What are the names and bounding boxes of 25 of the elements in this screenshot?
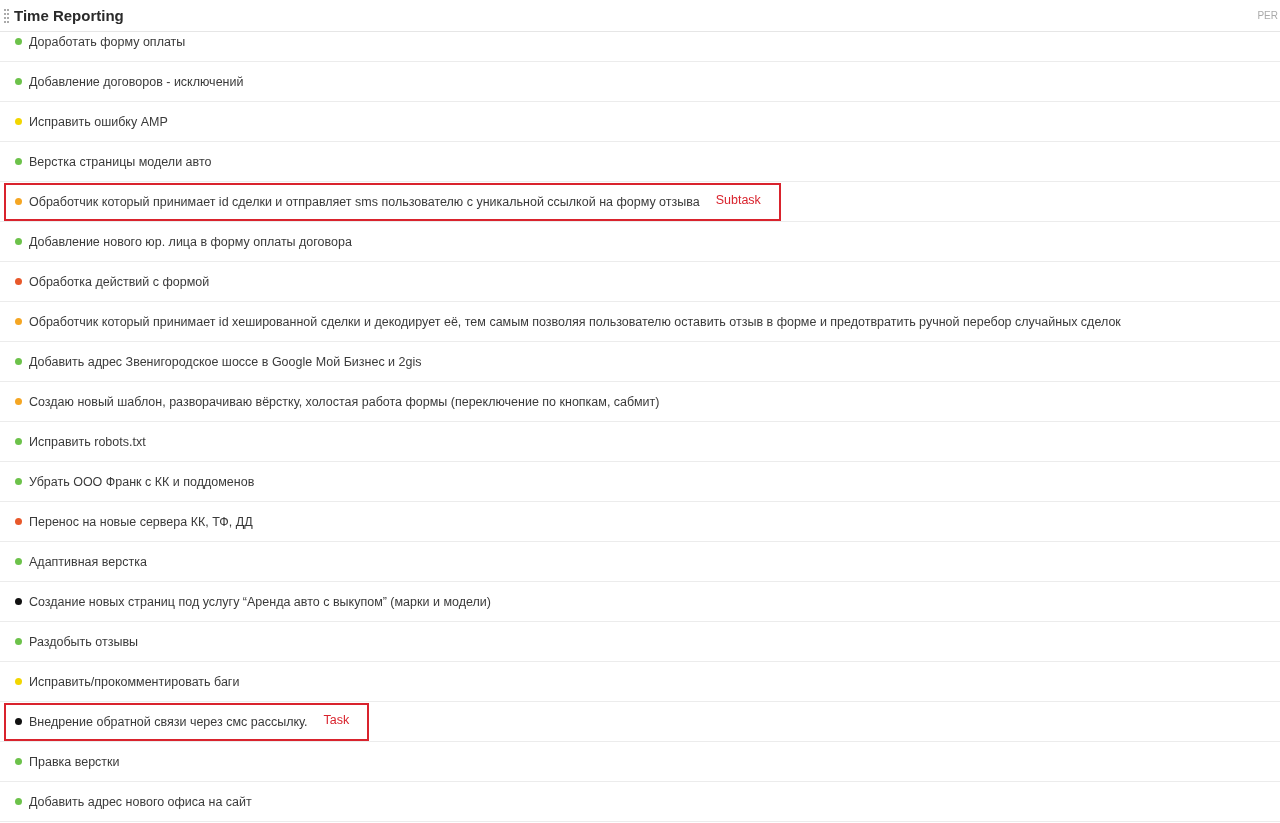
annotation-label: Task <box>323 712 350 727</box>
task-name[interactable]: Добавить адрес Звенигородское шоссе в Google Мой Бизнес и 2gis <box>29 354 422 369</box>
drag-handle-icon[interactable] <box>4 8 9 23</box>
task-name[interactable]: Создаю новый шаблон, разворачиваю вёрстку, холостая работа формы (переключение по кнопкам, сабмит) <box>29 394 660 409</box>
task-name[interactable]: Обработчик который принимает id сделки и отправляет sms пользователю с уникальной ссылкой на форму отзыва <box>29 194 700 209</box>
task-name[interactable]: Исправить robots.txt <box>29 434 146 449</box>
task-name[interactable]: Исправить ошибку AMP <box>29 114 168 129</box>
task-name[interactable]: Исправить/прокомментировать баги <box>29 674 240 689</box>
task-name[interactable]: Верстка страницы модели авто <box>29 154 212 169</box>
task-name[interactable]: Перенос на новые сервера КК, ТФ, ДД <box>29 514 253 529</box>
annotation-label: Subtask <box>715 192 761 207</box>
task-name[interactable]: Доработать форму оплаты <box>29 34 186 49</box>
panel-title: Time Reporting <box>14 7 125 24</box>
task-name[interactable]: Адаптивная верстка <box>29 554 147 569</box>
task-name[interactable]: Обработка действий с формой <box>29 274 210 289</box>
task-name[interactable]: Правка верстки <box>29 754 120 769</box>
task-name[interactable]: Раздобыть отзывы <box>29 634 139 649</box>
task-name[interactable]: Создание новых страниц под услугу “Аренда авто с выкупом” (марки и модели) <box>29 594 491 609</box>
task-name[interactable]: Добавление договоров - исключений <box>29 74 244 89</box>
task-name[interactable]: Добавление нового юр. лица в форму оплаты договора <box>29 234 352 249</box>
task-name[interactable]: Внедрение обратной связи через смс рассылку. <box>29 714 308 729</box>
column-header: PER <box>1257 10 1278 21</box>
task-name[interactable]: Обработчик который принимает id хешированной сделки и декодирует её, тем самым позволяя пользователю оставить отзыв в форме и предотвратить ручной перебор случайных сделок <box>29 314 1121 329</box>
task-name[interactable]: Добавить адрес нового офиса на сайт <box>29 794 252 809</box>
task-name[interactable]: Убрать ООО Франк с КК и поддоменов <box>29 474 255 489</box>
